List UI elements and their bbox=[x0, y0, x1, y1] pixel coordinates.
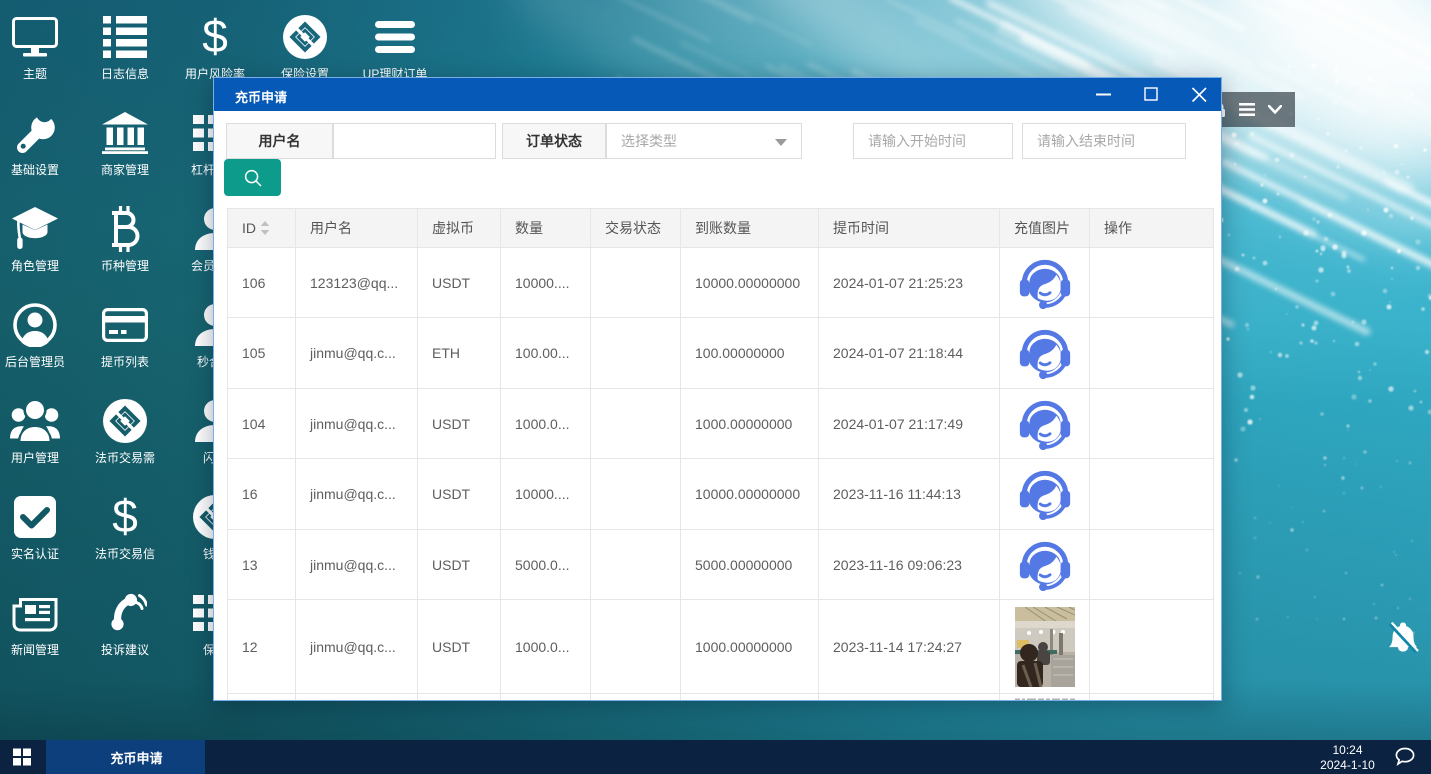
svg-text:$: $ bbox=[112, 495, 138, 539]
svg-text:$: $ bbox=[202, 15, 228, 59]
